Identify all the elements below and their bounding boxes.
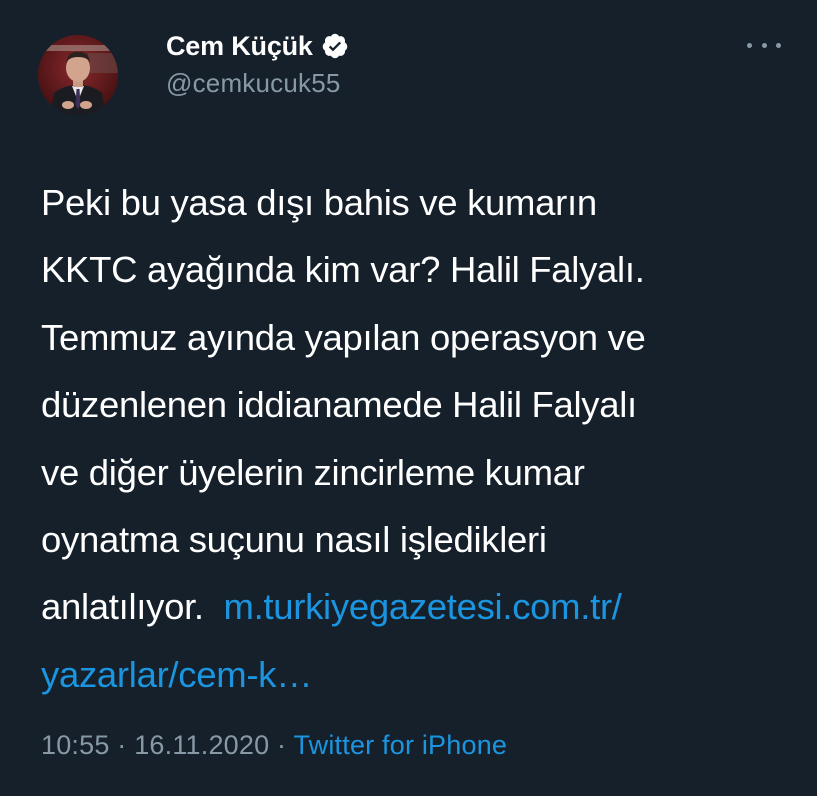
tweet-line: Temmuz ayında yapılan operasyon ve [41,316,646,358]
tweet-line: anlatılıyor. m.turkiyegazetesi.com.tr/ [41,573,801,640]
dot-icon [776,42,781,48]
tweet-time[interactable]: 10:55 [41,730,110,760]
tweet-line-text: anlatılıyor. [41,586,204,628]
verified-badge-icon [321,32,349,60]
meta-separator: · [269,730,294,760]
article-link-continued[interactable]: yazarlar/cem-k… [41,654,313,695]
dot-icon [747,42,752,48]
profile-photo-icon [38,35,118,115]
tweet-line: ve diğer üyelerin zincirleme kumar [41,451,585,493]
tweet-line: Peki bu yasa dışı bahis ve kumarın [41,182,597,223]
user-info: Cem Küçük @cemkucuk55 [166,28,349,99]
tweet-line: KKTC ayağında kim var? Halil Falyalı. [41,249,645,291]
tweet-line: yazarlar/cem-k… [41,641,801,708]
display-name[interactable]: Cem Küçük [166,31,313,62]
tweet-meta: 10:55 · 16.11.2020 · Twitter for iPhone [41,730,507,761]
tweet: Cem Küçük @cemkucuk55 Peki bu yasa dışı … [0,0,817,796]
avatar[interactable] [38,35,118,115]
tweet-text: Peki bu yasa dışı bahis ve kumarın KKTC … [41,169,801,708]
tweet-source-link[interactable]: Twitter for iPhone [293,730,507,760]
tweet-line: düzenlenen iddianamede Halil Falyalı [41,384,637,426]
name-row: Cem Küçük [166,28,349,64]
article-link[interactable]: m.turkiyegazetesi.com.tr/ [223,586,621,627]
more-horizontal-icon[interactable] [747,38,781,52]
tweet-line: oynatma suçunu nasıl işledikleri [41,519,547,561]
tweet-date[interactable]: 16.11.2020 [134,730,269,760]
user-handle[interactable]: @cemkucuk55 [166,68,349,99]
dot-icon [761,42,767,48]
meta-separator: · [109,730,135,760]
